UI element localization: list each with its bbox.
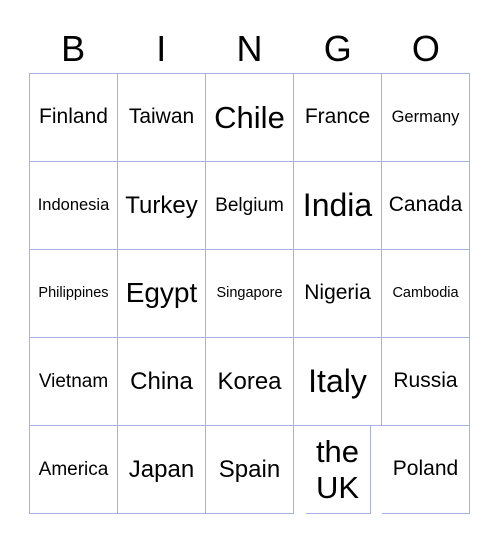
header-letter-o: O [411, 28, 440, 69]
bingo-cell[interactable]: Egypt [118, 250, 206, 338]
bingo-cell[interactable]: Chile [206, 74, 294, 162]
bingo-cell[interactable]: Taiwan [118, 74, 206, 162]
bingo-cell[interactable]: Vietnam [30, 338, 118, 426]
header-letter-g: G [323, 28, 352, 69]
bingo-header: B I N G O [29, 26, 470, 72]
bingo-cell[interactable]: Philippines [30, 250, 118, 338]
bingo-cell[interactable]: the UK [305, 426, 371, 514]
header-letter-i: I [156, 28, 167, 69]
bingo-cell[interactable]: Cambodia [382, 250, 470, 338]
bingo-cell[interactable]: Belgium [206, 162, 294, 250]
bingo-cell[interactable]: Turkey [118, 162, 206, 250]
bingo-cell[interactable]: Japan [118, 426, 206, 514]
bingo-grid: Finland Taiwan Chile France Germany Indonesia… [29, 73, 470, 514]
bingo-cell[interactable]: Singapore [206, 250, 294, 338]
bingo-cell[interactable]: Spain [206, 426, 294, 514]
bingo-cell[interactable]: Canada [382, 162, 470, 250]
bingo-cell[interactable]: Korea [206, 338, 294, 426]
header-letter-b: B [61, 28, 86, 69]
bingo-cell[interactable]: Russia [382, 338, 470, 426]
bingo-cell[interactable]: Nigeria [294, 250, 382, 338]
header-letter-n: N [236, 28, 263, 69]
bingo-cell[interactable]: China [118, 338, 206, 426]
bingo-cell[interactable]: Indonesia [30, 162, 118, 250]
bingo-cell[interactable]: Germany [382, 74, 470, 162]
bingo-cell[interactable]: America [30, 426, 118, 514]
bingo-cell[interactable]: Poland [382, 426, 470, 514]
bingo-cell[interactable]: France [294, 74, 382, 162]
bingo-cell[interactable]: India [294, 162, 382, 250]
bingo-cell[interactable]: Italy [294, 338, 382, 426]
bingo-cell[interactable]: Finland [30, 74, 118, 162]
